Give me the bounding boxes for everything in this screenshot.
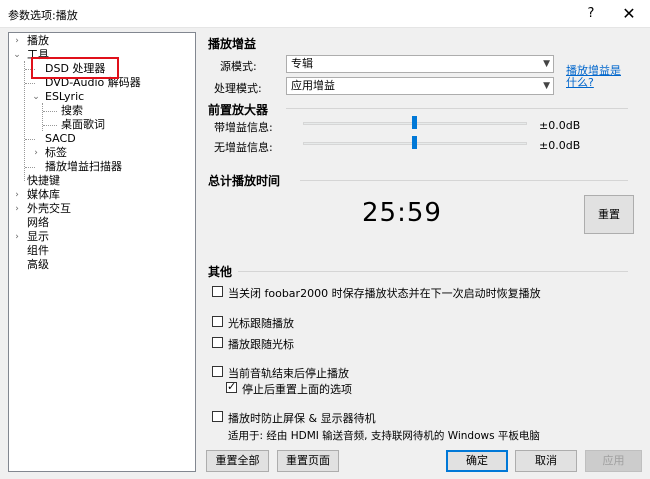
reset-page-button[interactable]: 重置页面 — [277, 450, 339, 472]
other-heading: 其他 — [208, 265, 233, 279]
preamp-heading: 前置放大器 — [208, 103, 269, 117]
cursor-follows-playback-label: 光标跟随播放 — [228, 317, 294, 330]
divider — [300, 180, 628, 181]
tree-item-search[interactable]: 搜索 — [61, 104, 83, 118]
without-rg-label: 无增益信息: — [214, 141, 273, 154]
tree-item-shell-integration[interactable]: 外壳交互 — [27, 202, 71, 216]
source-mode-value: 专辑 — [291, 57, 313, 70]
processing-mode-label: 处理模式: — [214, 82, 262, 95]
collapse-icon[interactable]: ⌄ — [31, 90, 41, 104]
expand-icon[interactable]: › — [12, 188, 22, 202]
expand-icon[interactable]: › — [12, 34, 22, 48]
playtime-heading: 总计播放时间 — [208, 174, 281, 188]
tree-item-shortcuts[interactable]: 快捷键 — [27, 174, 60, 188]
tree-item-media-library[interactable]: 媒体库 — [27, 188, 60, 202]
replaygain-help-link[interactable]: 播放增益是 什么? — [566, 65, 621, 89]
divider — [286, 108, 628, 109]
help-button[interactable]: ? — [576, 3, 606, 25]
highlight-box — [31, 57, 119, 79]
tree-item-networking[interactable]: 网络 — [27, 216, 49, 230]
processing-mode-value: 应用增益 — [291, 79, 335, 92]
reset-after-stop-checkbox[interactable] — [226, 380, 237, 393]
expand-icon[interactable]: › — [12, 202, 22, 216]
tree-item-advanced[interactable]: 高级 — [27, 258, 49, 272]
prevent-sleep-checkbox[interactable] — [212, 411, 223, 422]
tree-item-sacd[interactable]: SACD — [45, 132, 76, 146]
apply-button[interactable]: 应用 — [585, 450, 642, 472]
prevent-sleep-note: 适用于: 经由 HDMI 输送音频, 支持联网待机的 Windows 平板电脑 — [228, 430, 540, 442]
preferences-tree[interactable]: › 播放 ⌄ 工具 DSD 处理器 DVD-Audio 解码器 ⌄ ESLyri… — [8, 32, 196, 472]
tree-connector — [42, 103, 43, 131]
playback-follows-cursor-label: 播放跟随光标 — [228, 338, 294, 351]
stop-after-current-label: 当前音轨结束后停止播放 — [228, 367, 349, 380]
cancel-button[interactable]: 取消 — [515, 450, 577, 472]
tree-connector — [24, 61, 25, 181]
tree-connector — [43, 125, 57, 126]
link-line-2: 什么? — [566, 76, 594, 89]
save-state-checkbox[interactable] — [212, 286, 223, 297]
tree-item-tags[interactable]: 标签 — [45, 146, 67, 160]
collapse-icon[interactable]: ⌄ — [12, 48, 22, 62]
without-rg-value: ±0.0dB — [539, 139, 581, 152]
expand-icon[interactable]: › — [12, 230, 22, 244]
chevron-down-icon: ▼ — [543, 59, 550, 69]
cursor-follows-playback-checkbox[interactable] — [212, 316, 223, 327]
tree-item-playback[interactable]: 播放 — [27, 34, 49, 48]
expand-icon[interactable]: › — [31, 146, 41, 160]
source-mode-select[interactable]: 专辑 ▼ — [286, 55, 554, 73]
reset-after-stop-label: 停止后重置上面的选项 — [242, 383, 352, 396]
tree-item-eslyric[interactable]: ESLyric — [45, 90, 84, 104]
tree-item-display[interactable]: 显示 — [27, 230, 49, 244]
reset-playtime-button[interactable]: 重置 — [584, 195, 634, 234]
save-state-label: 当关闭 foobar2000 时保存播放状态并在下一次启动时恢复播放 — [228, 287, 541, 300]
chevron-down-icon: ▼ — [543, 81, 550, 91]
with-rg-slider-thumb[interactable] — [412, 116, 417, 129]
tree-item-desktop-lyrics[interactable]: 桌面歌词 — [61, 118, 105, 132]
tree-connector — [25, 167, 35, 168]
close-button[interactable]: ✕ — [614, 3, 644, 25]
divider — [238, 271, 628, 272]
prevent-sleep-label: 播放时防止屏保 & 显示器待机 — [228, 412, 376, 425]
title-bar: 参数选项:播放 ? ✕ — [0, 0, 650, 28]
reset-all-button[interactable]: 重置全部 — [206, 450, 269, 472]
with-rg-value: ±0.0dB — [539, 119, 581, 132]
tree-item-replaygain-scanner[interactable]: 播放增益扫描器 — [45, 160, 122, 174]
tree-connector — [25, 139, 35, 140]
stop-after-current-checkbox[interactable] — [212, 366, 223, 377]
without-rg-slider-thumb[interactable] — [412, 136, 417, 149]
replaygain-heading: 播放增益 — [208, 37, 257, 51]
playback-follows-cursor-checkbox[interactable] — [212, 337, 223, 348]
with-rg-label: 带增益信息: — [214, 121, 273, 134]
processing-mode-select[interactable]: 应用增益 ▼ — [286, 77, 554, 95]
tree-connector — [43, 111, 57, 112]
tree-connector — [25, 83, 35, 84]
source-mode-label: 源模式: — [220, 60, 257, 73]
total-playtime-value: 25:59 — [362, 198, 442, 228]
tree-item-components[interactable]: 组件 — [27, 244, 49, 258]
ok-button[interactable]: 确定 — [446, 450, 508, 472]
window-title: 参数选项:播放 — [8, 9, 78, 22]
